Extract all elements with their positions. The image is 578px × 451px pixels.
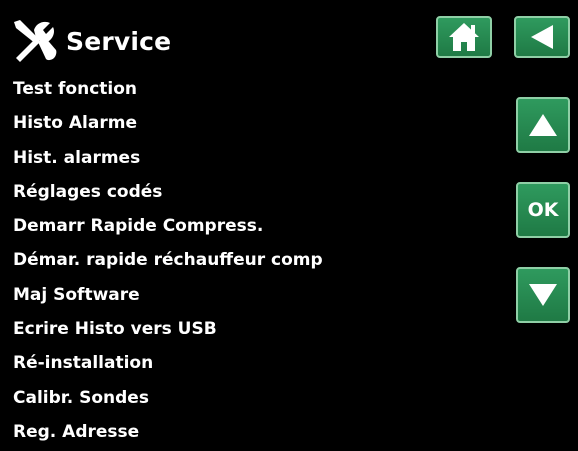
triangle-up-icon bbox=[529, 114, 557, 136]
menu-item-demarr-rapide-compress[interactable]: Demarr Rapide Compress. bbox=[13, 211, 323, 245]
triangle-left-icon bbox=[531, 25, 553, 49]
menu-item-reglages-codes[interactable]: Réglages codés bbox=[13, 177, 323, 211]
menu-item-maj-software[interactable]: Maj Software bbox=[13, 280, 323, 314]
menu-item-ecrire-histo-usb[interactable]: Ecrire Histo vers USB bbox=[13, 314, 323, 348]
page-title: Service bbox=[66, 26, 172, 56]
menu-item-histo-alarme[interactable]: Histo Alarme bbox=[13, 108, 323, 142]
menu-item-test-fonction[interactable]: Test fonction bbox=[13, 74, 323, 108]
header: Service bbox=[10, 18, 171, 64]
menu-item-reg-adresse[interactable]: Reg. Adresse bbox=[13, 417, 323, 451]
scroll-down-button[interactable] bbox=[516, 267, 570, 323]
triangle-down-icon bbox=[529, 284, 557, 306]
menu-item-re-installation[interactable]: Ré-installation bbox=[13, 348, 323, 382]
scroll-up-button[interactable] bbox=[516, 97, 570, 153]
home-button[interactable] bbox=[436, 16, 492, 58]
ok-button[interactable]: OK bbox=[516, 182, 570, 238]
home-icon bbox=[449, 23, 479, 51]
menu-item-hist-alarmes[interactable]: Hist. alarmes bbox=[13, 143, 323, 177]
ok-label: OK bbox=[527, 199, 559, 221]
menu-item-demar-rapide-rechauffeur[interactable]: Démar. rapide réchauffeur comp bbox=[13, 245, 323, 279]
tools-icon bbox=[14, 20, 57, 62]
back-button[interactable] bbox=[514, 16, 570, 58]
menu-item-calibr-sondes[interactable]: Calibr. Sondes bbox=[13, 383, 323, 417]
service-menu: Test fonction Histo Alarme Hist. alarmes… bbox=[13, 74, 323, 451]
